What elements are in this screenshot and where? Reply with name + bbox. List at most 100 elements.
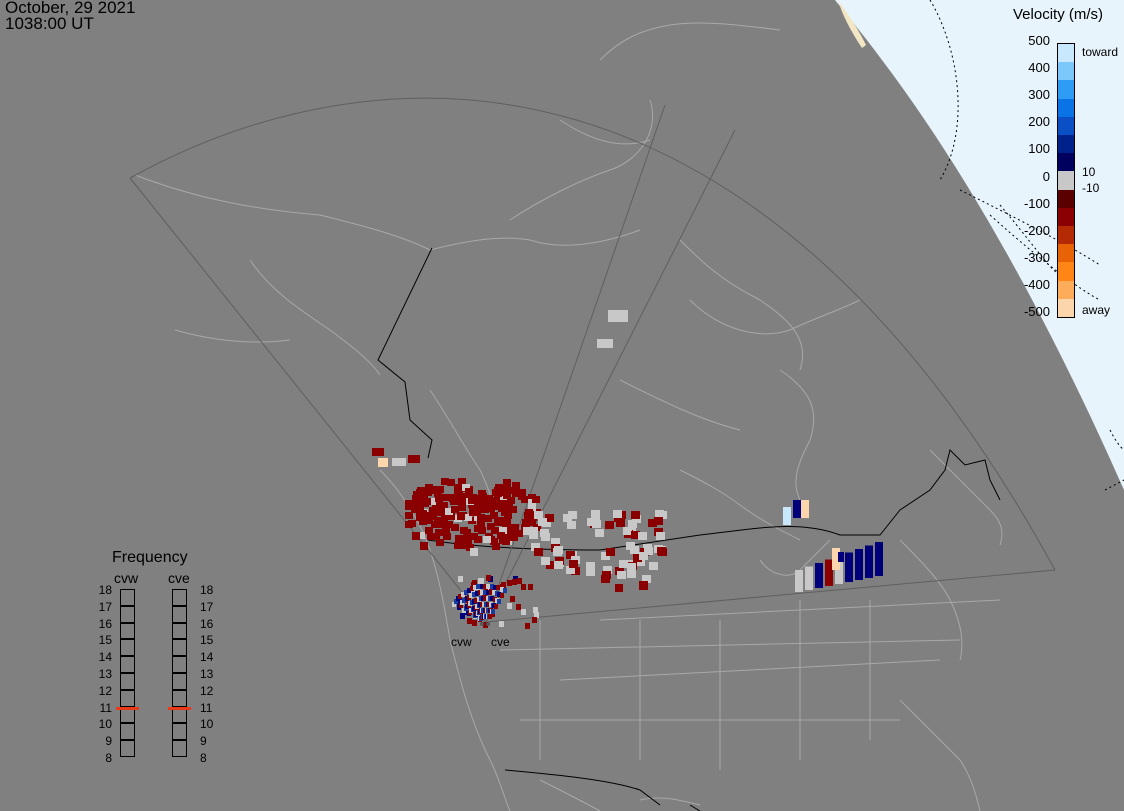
velocity-gate [499,621,504,627]
velocity-gate [458,504,466,511]
site-marker-cve [486,622,490,626]
velocity-gate [509,506,517,513]
colorbar-tick-label: 300 [1028,87,1050,103]
frequency-tick-label: 10 [98,717,112,732]
velocity-gate [504,512,512,519]
velocity-gate [494,604,498,609]
frequency-tick-label: 14 [98,650,112,665]
velocity-gate [815,563,823,588]
frequency-cell [172,605,187,623]
frequency-tick-label: 9 [200,734,207,749]
velocity-gate [503,484,511,491]
frequency-cell [120,740,135,757]
velocity-gate [801,500,809,518]
frequency-marker-cve [168,706,191,710]
velocity-gate [795,570,803,592]
velocity-gate [458,576,463,582]
frequency-cell [172,589,187,606]
velocity-gate [606,548,615,556]
frequency-tick-label: 10 [200,717,214,732]
velocity-gate [617,571,626,579]
velocity-gate [486,575,491,581]
velocity-gate [825,559,833,586]
colorbar-segment [1058,226,1074,245]
velocity-gate [405,512,413,519]
frequency-tick-label: 16 [98,616,112,631]
colorbar-tick-label: -100 [1023,195,1050,211]
velocity-gate [509,531,517,538]
velocity-gate [428,486,436,493]
frequency-tick-label: 15 [200,633,214,648]
velocity-gate [488,614,492,619]
velocity-gate [427,512,435,519]
timestamp: October, 29 2021 1038:00 UT [5,0,135,32]
velocity-gate [510,596,515,602]
colorbar-segment [1058,207,1074,227]
velocity-gate [657,547,666,555]
colorbar-segment [1058,280,1074,300]
velocity-gate [534,511,543,519]
velocity-gate [492,543,500,550]
velocity-gate [587,518,596,526]
velocity-gate [494,487,502,494]
frequency-cell [120,589,135,606]
velocity-gate [521,584,526,590]
frequency-cell [120,639,135,657]
velocity-gate [521,609,526,615]
velocity-gate [532,617,537,623]
velocity-gate [503,518,511,525]
velocity-gate [639,552,648,560]
colorbar-tick-label: -300 [1023,249,1050,265]
velocity-gate [793,500,801,518]
frequency-cell [120,673,135,690]
radar-map [129,0,1124,811]
velocity-gate [465,488,473,495]
velocity-gate [420,490,428,497]
colorbar-segment [1058,171,1074,191]
colorbar-segment [1058,262,1074,282]
velocity-gate [441,478,449,485]
velocity-gate [512,579,517,585]
velocity-gate [783,507,791,525]
colorbar-segment [1058,189,1074,209]
velocity-gate [475,525,483,532]
velocity-gate [608,310,628,322]
velocity-gate [619,560,628,568]
velocity-gate [875,542,883,576]
velocity-gate [649,562,658,570]
coastlines [134,22,1003,811]
frequency-cell [172,689,187,707]
velocity-gate [443,533,451,540]
frequency-marker-cvw [116,706,139,710]
velocity-gates [372,310,883,629]
velocity-gate [554,561,563,569]
velocity-gate [627,570,636,578]
frequency-scale-cve [168,589,191,757]
velocity-gate [597,339,613,348]
borders [377,247,1001,811]
colorbar-tick-label: -200 [1023,222,1050,238]
velocity-gate [613,510,622,518]
colorbar-segment [1058,116,1074,136]
velocity-gate [497,599,501,604]
velocity-gate [507,580,512,586]
colorbar [1057,43,1075,318]
velocity-gate [639,582,648,590]
velocity-gate [563,514,572,522]
velocity-gate [460,613,465,619]
colorbar-segment [1058,135,1074,154]
velocity-gate [524,512,533,520]
velocity-gate [419,518,427,525]
velocity-gate [419,510,427,517]
velocity-gate [628,520,637,528]
velocity-gate [412,495,420,502]
velocity-gate [392,458,406,466]
colorbar-title: Velocity (m/s) [1013,6,1104,23]
velocity-gate [534,548,543,556]
velocity-gate [405,521,413,528]
velocity-gate [496,585,500,590]
night-region [835,0,1124,490]
velocity-gate [478,490,486,497]
velocity-gate [420,542,428,550]
velocity-gate [451,506,459,513]
